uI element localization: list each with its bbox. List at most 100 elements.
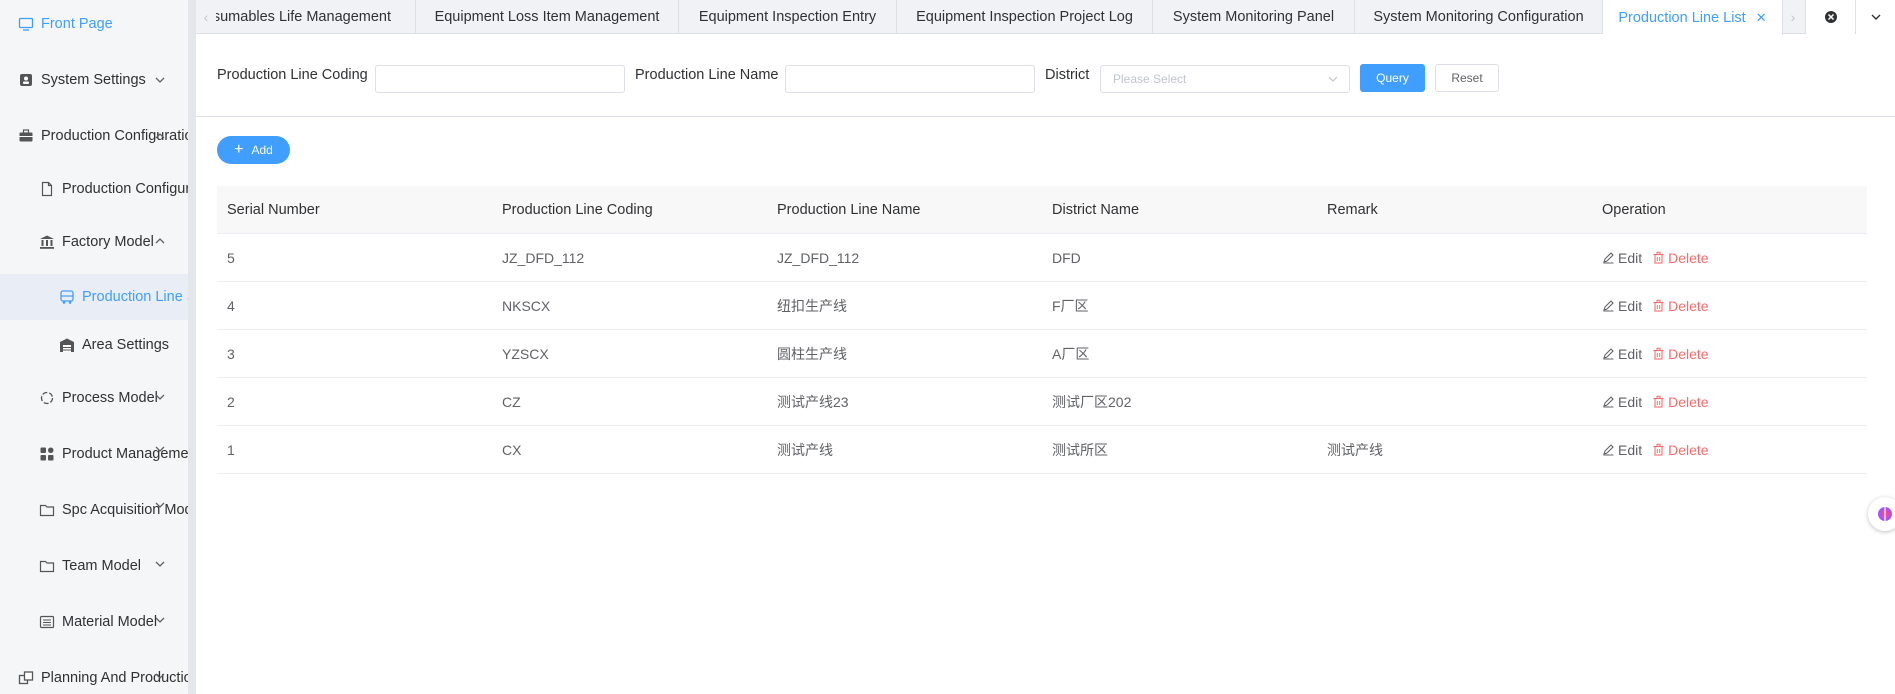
delete-button[interactable]: Delete — [1652, 394, 1709, 410]
sidebar-item-material-model[interactable]: Material Model — [0, 602, 196, 642]
edit-label: Edit — [1618, 393, 1643, 410]
cell-serial-number: 1 — [227, 441, 235, 458]
chevron-down-icon — [155, 394, 165, 400]
tab-equipment-loss-item-management[interactable]: Equipment Loss Item Management — [416, 0, 679, 34]
chevron-down-icon — [155, 561, 165, 567]
chevron-down-icon — [155, 673, 165, 679]
cell-production-line-name: 测试产线 — [777, 441, 833, 458]
cell-district-name: DFD — [1052, 249, 1081, 266]
cell-production-line-coding: CZ — [502, 393, 521, 410]
cell-serial-number: 5 — [227, 249, 235, 266]
warehouse-icon — [58, 336, 76, 354]
table-row: 1 CX 测试产线 测试所区 测试产线 Edit Delete — [217, 426, 1867, 474]
cell-operation: Edit Delete — [1592, 234, 1867, 281]
close-icon[interactable]: ✕ — [1756, 10, 1767, 26]
sidebar-item-production-configuration-sub[interactable]: Production Configuration — [0, 169, 196, 209]
tab-production-line-list[interactable]: Production Line List ✕ — [1603, 0, 1783, 35]
edit-icon — [1603, 300, 1614, 312]
cell-district-name: 测试厂区202 — [1052, 393, 1132, 410]
chevron-right-icon[interactable]: › — [1783, 0, 1803, 34]
tab-equipment-inspection-project-log[interactable]: Equipment Inspection Project Log — [897, 0, 1153, 34]
production-line-table: Serial Number Production Line Coding Pro… — [217, 186, 1867, 474]
sidebar-item-production-line-settings[interactable]: Production Line Settings — [0, 274, 196, 320]
chevron-down-icon — [155, 446, 165, 452]
tab-label: Consumables Life Management — [216, 9, 391, 25]
cell-production-line-name: JZ_DFD_112 — [777, 249, 860, 266]
table-row: 2 CZ 测试产线23 测试厂区202 Edit Delete — [217, 378, 1867, 426]
trash-icon — [1653, 395, 1664, 408]
cell-serial-number: 2 — [227, 393, 235, 410]
reset-button[interactable]: Reset — [1435, 64, 1499, 92]
close-all-tabs-button[interactable] — [1805, 0, 1855, 34]
tab-equipment-inspection-entry[interactable]: Equipment Inspection Entry — [679, 0, 897, 34]
edit-icon — [1603, 348, 1614, 360]
sidebar-item-process-model[interactable]: Process Model — [0, 378, 196, 418]
header-production-line-coding: Production Line Coding — [502, 201, 653, 218]
sidebar-item-product-management[interactable]: Product Management — [0, 434, 196, 474]
app-root: Front Page System Settings Production Co… — [0, 0, 1895, 694]
delete-label: Delete — [1668, 345, 1709, 362]
tab-system-monitoring-configuration[interactable]: System Monitoring Configuration — [1355, 0, 1603, 34]
monitor-icon — [17, 15, 35, 33]
coding-label: Production Line Coding — [217, 67, 368, 83]
sidebar-item-system-settings[interactable]: System Settings — [0, 60, 196, 100]
tab-consumables-life-management[interactable]: Consumables Life Management — [216, 0, 416, 34]
table-body: 5 JZ_DFD_112 JZ_DFD_112 DFD Edit Delete 4 NKSCX… — [217, 234, 1867, 474]
edit-button[interactable]: Edit — [1602, 394, 1642, 410]
cell-operation: Edit Delete — [1592, 330, 1867, 377]
sidebar-item-spc-acquisition-model[interactable]: Spc Acquisition Model — [0, 490, 196, 530]
tab-label: System Monitoring Panel — [1172, 9, 1335, 25]
sidebar-item-team-model[interactable]: Team Model — [0, 546, 196, 586]
edit-icon — [1603, 396, 1614, 408]
cell-serial-number: 3 — [227, 345, 235, 362]
edit-icon — [1603, 252, 1614, 264]
folder-icon — [38, 557, 56, 575]
sidebar-scrollbar[interactable] — [188, 0, 196, 694]
bank-icon — [38, 233, 56, 251]
chevron-down-icon — [1871, 14, 1880, 20]
cell-production-line-coding: CX — [502, 441, 522, 458]
cell-operation: Edit Delete — [1592, 426, 1867, 473]
cell-district-name: A厂区 — [1052, 345, 1090, 362]
cell-production-line-coding: JZ_DFD_112 — [502, 249, 585, 266]
sidebar-item-planning-and-production[interactable]: Planning And Production — [0, 658, 196, 694]
trash-icon — [1653, 251, 1664, 264]
delete-button[interactable]: Delete — [1652, 249, 1709, 266]
sidebar-item-label: Factory Model — [62, 234, 154, 250]
chevron-down-icon — [1328, 76, 1338, 82]
tab-system-monitoring-panel[interactable]: System Monitoring Panel — [1153, 0, 1355, 34]
edit-label: Edit — [1618, 345, 1643, 362]
delete-button[interactable]: Delete — [1652, 298, 1709, 314]
trash-icon — [1653, 347, 1664, 360]
coding-input[interactable] — [375, 65, 625, 93]
briefcase-icon — [17, 127, 35, 145]
trash-icon — [1653, 443, 1664, 456]
chevron-left-icon[interactable]: ‹ — [196, 0, 216, 34]
edit-label: Edit — [1618, 441, 1643, 458]
edit-button[interactable]: Edit — [1602, 250, 1642, 266]
sidebar-item-label: Production Configuration — [62, 181, 196, 197]
edit-button[interactable]: Edit — [1602, 298, 1642, 314]
edit-button[interactable]: Edit — [1602, 442, 1642, 458]
name-input[interactable] — [785, 65, 1035, 93]
add-button[interactable]: + Add — [217, 136, 290, 164]
delete-button[interactable]: Delete — [1652, 345, 1709, 362]
chevron-down-icon — [155, 617, 165, 623]
district-select[interactable] — [1100, 65, 1350, 93]
delete-label: Delete — [1668, 249, 1709, 266]
query-button[interactable]: Query — [1360, 64, 1425, 92]
user-lock-icon — [17, 71, 35, 89]
sidebar-item-production-configuration[interactable]: Production Configuration — [0, 116, 196, 156]
sidebar-item-factory-model[interactable]: Factory Model — [0, 222, 196, 262]
assistant-float-button[interactable] — [1868, 497, 1895, 531]
sidebar-item-label: Material Model — [62, 614, 158, 630]
chevron-down-icon — [155, 77, 165, 83]
edit-button[interactable]: Edit — [1602, 346, 1642, 362]
sidebar-item-front-page[interactable]: Front Page — [0, 4, 196, 44]
tab-menu-button[interactable] — [1855, 0, 1895, 34]
sidebar-item-area-settings[interactable]: Area Settings — [0, 325, 196, 365]
delete-button[interactable]: Delete — [1652, 442, 1709, 458]
header-district-name: District Name — [1052, 201, 1140, 218]
sidebar-item-label: System Settings — [41, 72, 146, 88]
sidebar-item-label: Production Line Settings — [82, 289, 196, 305]
